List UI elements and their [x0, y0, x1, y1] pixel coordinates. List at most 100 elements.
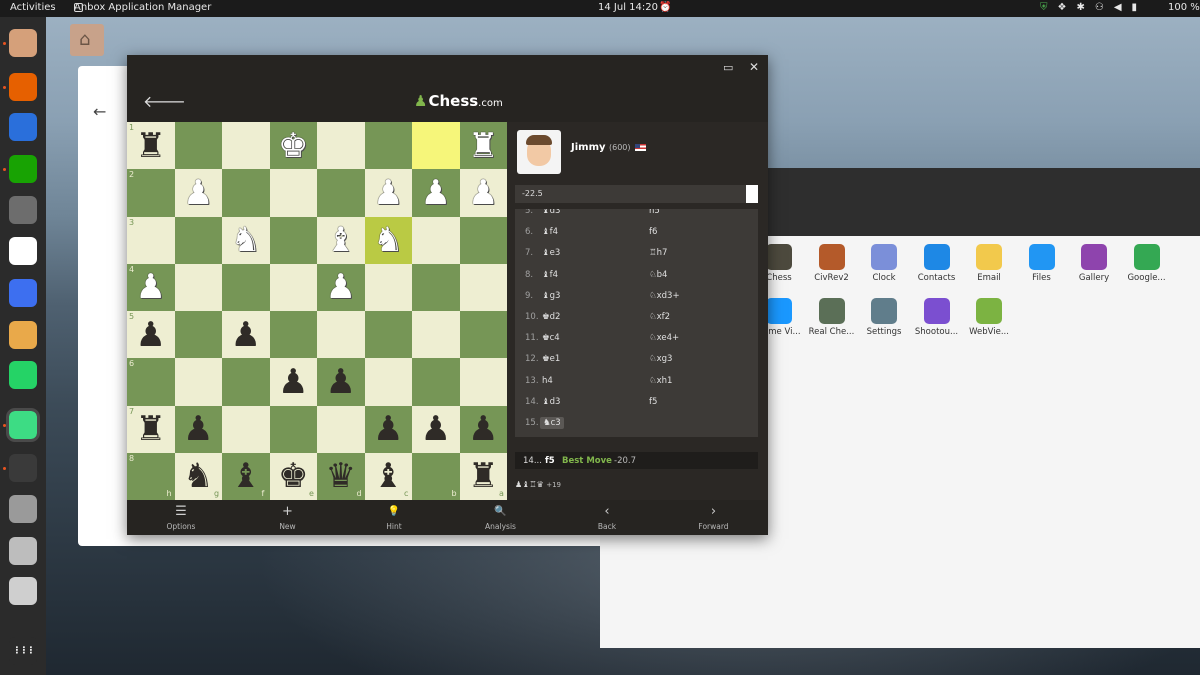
board-square[interactable]: ♟	[364, 405, 412, 453]
app-tile[interactable]: Settings	[856, 298, 912, 337]
black-pawn-icon[interactable]: ♟	[421, 412, 451, 446]
move-row[interactable]: 12. ♚e1 ♘xg3	[515, 349, 758, 370]
hint-button[interactable]: 💡 Hint	[354, 504, 434, 531]
move-row[interactable]: 11. ♚c4 ♘xe4+	[515, 328, 758, 349]
move-row[interactable]: 8. ♝f4 ♘b4	[515, 265, 758, 286]
board-square[interactable]	[127, 216, 175, 264]
back-button[interactable]: ‹ Back	[567, 504, 647, 531]
board-square[interactable]	[174, 122, 222, 170]
system-tray[interactable]: ⛨ ❖ ✱ ⚇ ◀ ▮	[1040, 2, 1137, 13]
black-knight-icon[interactable]: ♞	[183, 459, 213, 493]
board-square[interactable]: ♟	[174, 405, 222, 453]
board-square[interactable]	[317, 405, 365, 453]
black-move[interactable]: f6	[649, 227, 657, 237]
board-square[interactable]	[412, 358, 460, 406]
move-row[interactable]: 5. ♝d3 h5	[515, 209, 758, 222]
chess-board[interactable]: ♜ ♚ ♜ ♟ ♟ ♟ ♟ ♞ ♝ ♞ ♟ ♟ ♟ ♟ ♟ ♟ ♜ ♟ ♟ ♟ ♟ ♞ ♝ ♚ ♛ ♝ ♜ 1 2 3 4 5 6 7 8 h g f e d…	[127, 122, 507, 500]
white-knight-icon[interactable]: ♞	[373, 223, 403, 257]
white-pawn-icon[interactable]: ♟	[136, 270, 166, 304]
firefox-icon[interactable]	[9, 73, 37, 101]
black-pawn-icon[interactable]: ♟	[278, 365, 308, 399]
white-move[interactable]: ♝e3	[542, 248, 560, 258]
black-move[interactable]: h5	[649, 209, 660, 216]
board-square[interactable]: ♟	[127, 311, 175, 359]
black-bishop-icon[interactable]: ♝	[231, 459, 261, 493]
black-move[interactable]: f5	[649, 397, 657, 407]
white-pawn-icon[interactable]: ♟	[421, 176, 451, 210]
app-tile[interactable]: Gallery	[1066, 244, 1122, 283]
board-square[interactable]: ♞	[222, 216, 270, 264]
board-square[interactable]	[364, 122, 412, 170]
black-move[interactable]: ♘xh1	[649, 376, 672, 386]
board-square[interactable]: ♟	[364, 169, 412, 217]
board-square[interactable]: ♟	[317, 263, 365, 311]
new-button[interactable]: + New	[248, 504, 328, 531]
board-square[interactable]	[459, 311, 507, 359]
app-tile[interactable]: Google...	[1119, 244, 1175, 283]
black-pawn-icon[interactable]: ♟	[326, 365, 356, 399]
black-move[interactable]: ♘xe4+	[649, 333, 679, 343]
board-square[interactable]	[412, 216, 460, 264]
black-rook-icon[interactable]: ♜	[136, 129, 166, 163]
white-pawn-icon[interactable]: ♟	[373, 176, 403, 210]
writer-icon[interactable]	[9, 113, 37, 141]
move-list[interactable]: 5. ♝d3 h5 6. ♝f4 f6 7. ♝e3 ♖h7 8. ♝f4 ♘b4 9. ♝g3 ♘xd3+…	[515, 209, 758, 437]
board-square[interactable]	[269, 405, 317, 453]
network-icon[interactable]: ⚇	[1095, 2, 1104, 13]
white-move[interactable]: ♞c3	[540, 417, 564, 429]
white-move[interactable]: ♚d2	[542, 312, 560, 322]
board-square[interactable]	[459, 358, 507, 406]
trash-icon[interactable]	[9, 577, 37, 605]
board-square[interactable]	[222, 122, 270, 170]
board-square[interactable]	[459, 263, 507, 311]
board-square[interactable]: ♜	[127, 405, 175, 453]
battery-icon[interactable]: ▮	[1132, 2, 1138, 13]
board-square[interactable]	[127, 358, 175, 406]
app-tile[interactable]: Email	[961, 244, 1017, 283]
board-square[interactable]	[174, 358, 222, 406]
close-icon[interactable]: ✕	[749, 60, 759, 74]
white-pawn-icon[interactable]: ♟	[183, 176, 213, 210]
board-square[interactable]	[269, 169, 317, 217]
app-tile[interactable]: Files	[1014, 244, 1070, 283]
board-square[interactable]: ♜	[127, 122, 175, 170]
app-tile[interactable]: WebVie...	[961, 298, 1017, 337]
board-square[interactable]	[222, 405, 270, 453]
drive-icon[interactable]	[9, 537, 37, 565]
screenshot-icon[interactable]	[9, 279, 37, 307]
calc-icon[interactable]	[9, 155, 37, 183]
board-square[interactable]: ♟	[222, 311, 270, 359]
window-titlebar[interactable]: ▭ ✕	[127, 55, 768, 82]
board-square[interactable]: ♞	[364, 216, 412, 264]
black-queen-icon[interactable]: ♛	[326, 459, 356, 493]
board-square[interactable]	[317, 169, 365, 217]
board-square[interactable]: ♟	[459, 169, 507, 217]
black-pawn-icon[interactable]: ♟	[231, 318, 261, 352]
board-square[interactable]	[222, 358, 270, 406]
black-move[interactable]: ♘b4	[649, 270, 667, 280]
board-square[interactable]: ♟	[174, 169, 222, 217]
app-tile[interactable]: CivRev2	[804, 244, 860, 283]
board-square[interactable]	[412, 122, 460, 170]
sd-card-icon[interactable]	[9, 495, 37, 523]
home-folder-icon[interactable]	[70, 24, 104, 56]
dropbox-icon[interactable]: ❖	[1058, 2, 1067, 13]
black-rook-icon[interactable]: ♜	[136, 412, 166, 446]
board-square[interactable]	[317, 311, 365, 359]
app-grid-icon[interactable]: ⋮⋮⋮	[9, 637, 37, 665]
white-move[interactable]: ♝f4	[542, 227, 558, 237]
board-square[interactable]: ♟	[459, 405, 507, 453]
white-king-icon[interactable]: ♚	[278, 129, 308, 163]
white-move[interactable]: ♝g3	[542, 291, 560, 301]
white-move[interactable]: ♝d3	[542, 209, 560, 216]
move-row[interactable]: 6. ♝f4 f6	[515, 222, 758, 243]
board-square[interactable]	[222, 169, 270, 217]
back-arrow-icon[interactable]: 🡐	[143, 91, 186, 111]
background-back-arrow-icon[interactable]: ←	[93, 102, 106, 121]
move-row[interactable]: 15. ♞c3	[515, 413, 758, 434]
white-move[interactable]: ♚e1	[542, 354, 560, 364]
image-viewer-icon[interactable]	[9, 321, 37, 349]
board-square[interactable]	[174, 216, 222, 264]
black-move[interactable]: ♘xf2	[649, 312, 670, 322]
board-square[interactable]	[222, 263, 270, 311]
